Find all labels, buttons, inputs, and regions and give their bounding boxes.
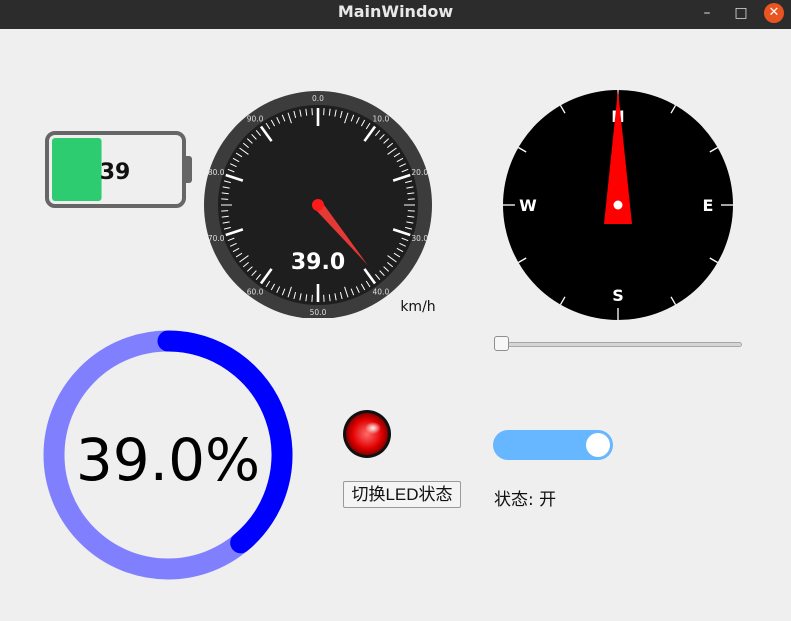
speedometer-tick-label: 20.0 xyxy=(411,168,428,177)
speedometer-gauge: 0.010.020.030.040.050.060.070.080.090.0 … xyxy=(204,91,436,318)
circular-progress: 39.0% xyxy=(43,330,293,580)
speedometer-tick-label: 30.0 xyxy=(411,234,428,243)
compass-west-label: W xyxy=(519,196,537,215)
speedometer-tick-label: 60.0 xyxy=(247,288,264,297)
slider-track[interactable] xyxy=(496,342,742,347)
close-button[interactable]: ✕ xyxy=(764,3,784,23)
speedometer-hub xyxy=(312,199,324,211)
speedometer-tick-label: 0.0 xyxy=(312,94,324,103)
compass-east-label: E xyxy=(703,196,714,215)
led-lamp xyxy=(346,413,388,455)
compass-hub xyxy=(613,200,623,210)
battery-indicator: 39 xyxy=(45,131,192,208)
speedometer-tick-label: 10.0 xyxy=(373,114,390,123)
window-title: MainWindow xyxy=(337,2,454,21)
led-highlight xyxy=(365,422,381,434)
slider-handle[interactable] xyxy=(494,336,509,351)
battery-fill xyxy=(52,138,102,201)
compass: N E S W xyxy=(503,90,733,320)
minimize-button[interactable]: – xyxy=(697,3,717,23)
compass-south-label: S xyxy=(612,286,624,305)
battery-level-label: 39 xyxy=(100,160,131,185)
speedometer-tick-label: 70.0 xyxy=(208,234,225,243)
toggle-switch[interactable] xyxy=(493,430,613,460)
progress-value: 39.0% xyxy=(76,426,260,494)
led-indicator xyxy=(343,410,391,458)
speedometer-tick-label: 40.0 xyxy=(373,288,390,297)
speedometer-tick-label: 50.0 xyxy=(310,308,327,317)
toggle-status-text: 状态: 开 xyxy=(494,490,557,510)
toggle-led-button[interactable]: 切换LED状态 xyxy=(343,481,461,508)
speedometer-tick-label: 80.0 xyxy=(208,168,225,177)
title-bar: MainWindow – □ ✕ xyxy=(0,0,791,29)
maximize-button[interactable]: □ xyxy=(731,3,751,23)
speedometer-value: 39.0 xyxy=(291,250,345,275)
speedometer-unit: km/h xyxy=(400,299,435,315)
battery-terminal xyxy=(183,156,192,183)
speedometer-tick-label: 90.0 xyxy=(247,114,264,123)
toggle-knob[interactable] xyxy=(586,433,610,457)
